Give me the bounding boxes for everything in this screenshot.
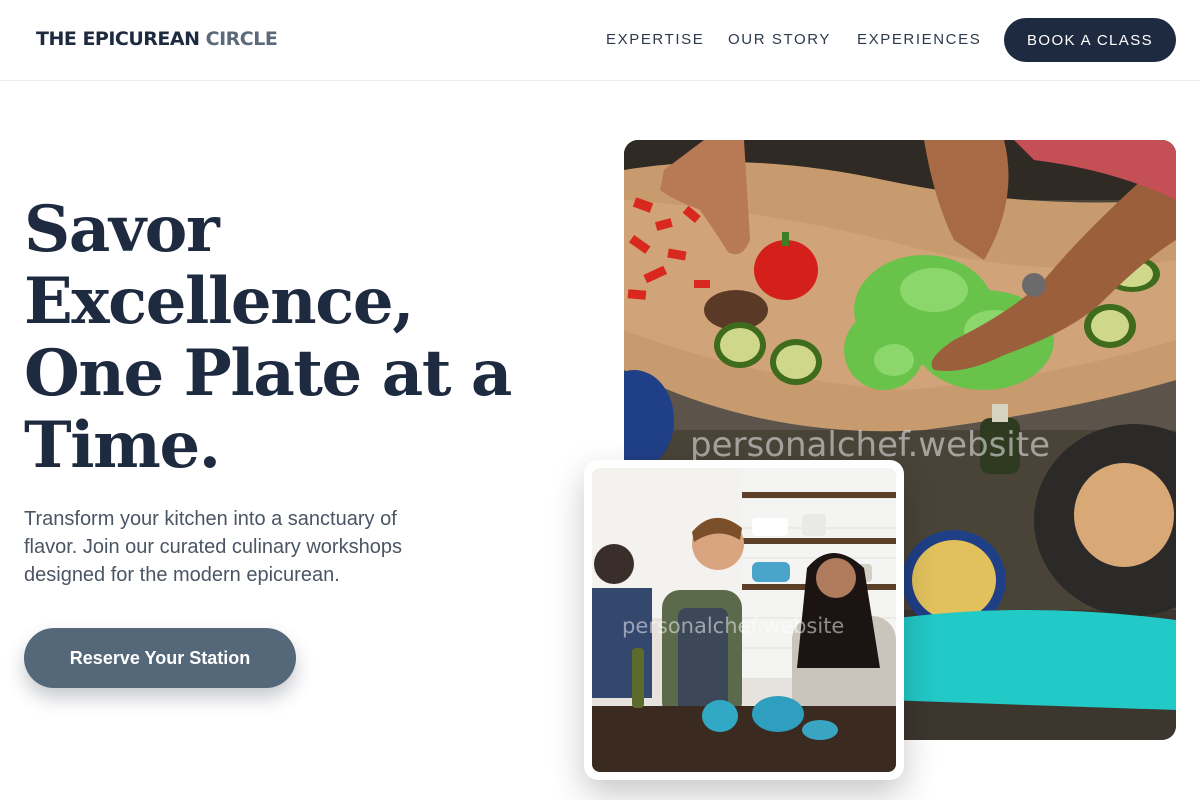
- brand-name-accent: CIRCLE: [205, 28, 278, 50]
- brand-logo[interactable]: THE EPICUREAN CIRCLE: [36, 28, 278, 50]
- reserve-station-button[interactable]: Reserve Your Station: [24, 628, 296, 688]
- workshop-photo-card: personalchef.website: [584, 460, 904, 780]
- book-a-class-button[interactable]: BOOK A CLASS: [1004, 18, 1176, 62]
- subtitle-line: designed for the modern epicurean.: [24, 564, 340, 586]
- site-header: THE EPICUREAN CIRCLE EXPERTISE OUR STORY…: [0, 0, 1200, 81]
- headline-line: One Plate at a: [24, 336, 512, 411]
- nav-link-our-story[interactable]: OUR STORY: [728, 31, 831, 48]
- headline-line: Excellence,: [24, 264, 414, 339]
- main-image-watermark: personalchef.website: [690, 425, 1050, 465]
- nav-link-expertise[interactable]: EXPERTISE: [606, 31, 704, 48]
- kitchen-workshop-illustration: personalchef.website: [592, 468, 896, 772]
- brand-name: THE EPICUREAN: [36, 28, 206, 50]
- card-image-watermark: personalchef.website: [622, 614, 844, 638]
- nav-link-experiences[interactable]: EXPERIENCES: [857, 31, 981, 48]
- hero-headline: Savor Excellence, One Plate at a Time.: [24, 194, 544, 482]
- subtitle-line: Transform your kitchen into a sanctuary …: [24, 508, 397, 530]
- headline-line: Savor: [24, 192, 220, 267]
- hero-subtitle: Transform your kitchen into a sanctuary …: [24, 505, 494, 589]
- headline-line: Time.: [24, 408, 221, 483]
- subtitle-line: flavor. Join our curated culinary worksh…: [24, 536, 402, 558]
